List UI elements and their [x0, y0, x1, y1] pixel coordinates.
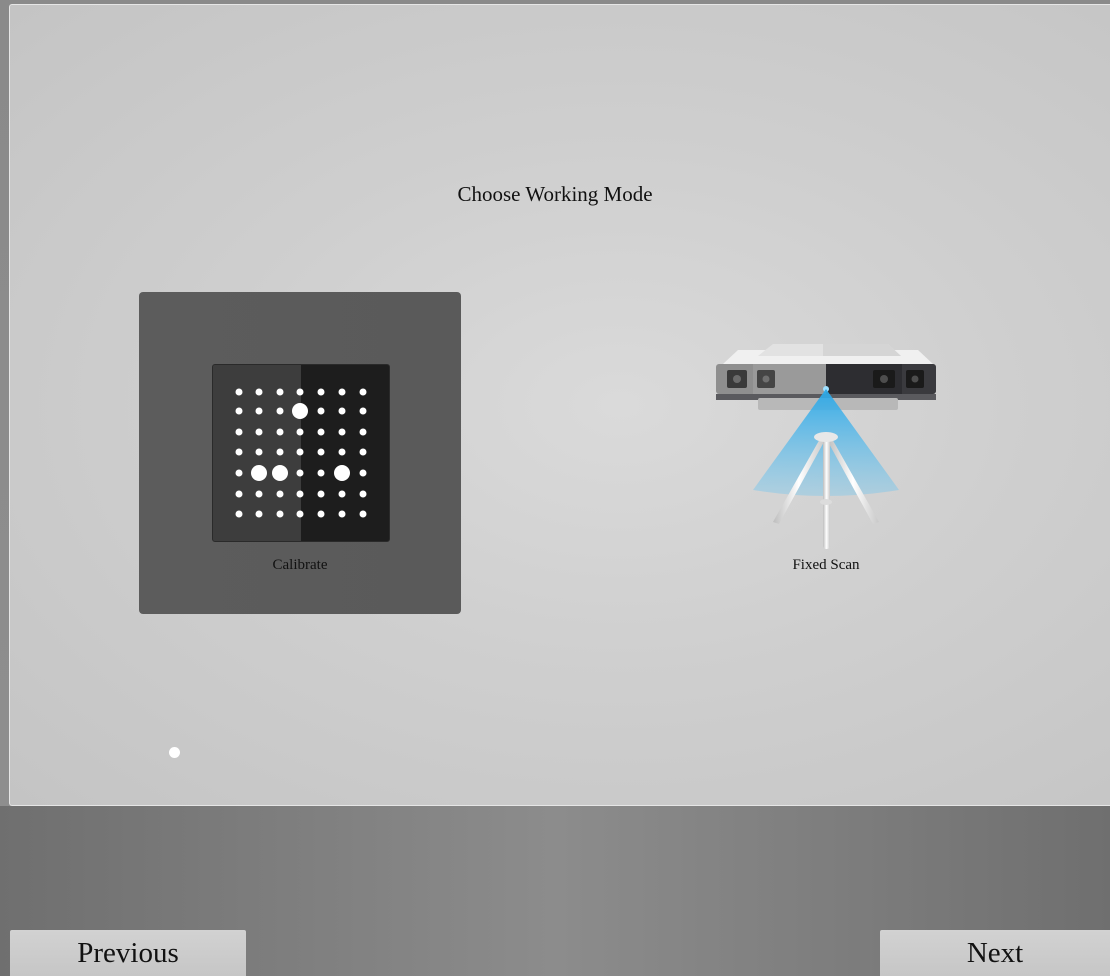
next-button[interactable]: Next [880, 930, 1110, 976]
calibration-board-icon [212, 364, 390, 542]
page-title: Choose Working Mode [457, 182, 653, 206]
mode-card-calibrate[interactable]: Calibrate [139, 292, 461, 614]
previous-button[interactable]: Previous [10, 930, 246, 976]
wizard-window: Choose Working Mode Calibrate Fixed Scan… [0, 0, 1110, 976]
page-indicator-dot [169, 747, 180, 758]
mode-label-calibrate: Calibrate [272, 557, 328, 573]
mode-label-fixed-scan: Fixed Scan [792, 557, 860, 573]
scanner-on-tripod-icon [716, 344, 936, 549]
mode-card-fixed-scan[interactable]: Fixed Scan [665, 292, 987, 614]
